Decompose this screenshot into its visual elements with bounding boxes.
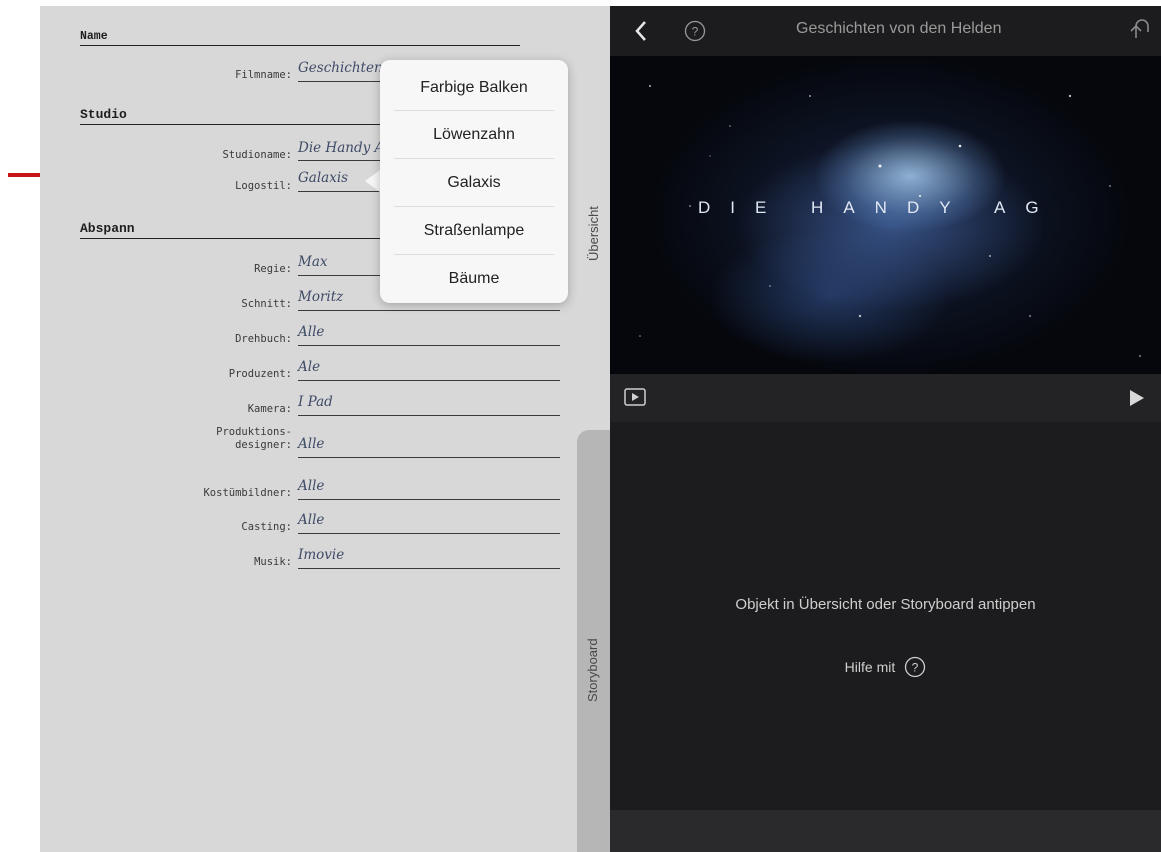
field-label: Logostil: <box>235 180 292 192</box>
section-name-heading: Name <box>80 30 108 43</box>
credit-label: Kamera: <box>247 403 292 415</box>
popover-option[interactable]: Bäume <box>394 255 554 303</box>
credit-value[interactable]: I Pad <box>298 394 333 410</box>
svg-text:?: ? <box>912 661 919 675</box>
popover-option-selected[interactable]: Galaxis <box>394 159 554 207</box>
credit-row[interactable]: Produktions- designer: Alle <box>80 426 560 460</box>
popover-option[interactable]: Straßenlampe <box>394 207 554 255</box>
logo-style-popover: Farbige Balken Löwenzahn Galaxis Straßen… <box>380 60 568 303</box>
bottom-bar <box>610 810 1161 852</box>
popover-option[interactable]: Farbige Balken <box>394 64 554 112</box>
credit-underline <box>298 457 560 458</box>
credit-row[interactable]: Kamera: I Pad <box>80 394 560 418</box>
credit-row[interactable]: Kostümbildner: Alle <box>80 478 560 502</box>
credit-row[interactable]: Musik: Imovie <box>80 547 560 571</box>
tab-overview-label: Übersicht <box>586 206 601 261</box>
credit-row[interactable]: Produzent: Ale <box>80 359 560 383</box>
logo-title-text: DIE HANDY AG <box>698 198 1059 217</box>
play-box-icon[interactable] <box>624 388 646 406</box>
credit-value[interactable]: Alle <box>298 436 324 452</box>
credit-value[interactable]: Max <box>298 254 328 270</box>
credit-label: Drehbuch: <box>235 333 292 345</box>
tab-storyboard-label: Storyboard <box>585 638 600 702</box>
play-icon[interactable] <box>1128 388 1146 408</box>
credit-label: Produktions- designer: <box>216 426 292 451</box>
project-title: Geschichten von den Helden <box>796 20 1002 37</box>
credit-label: Schnitt: <box>241 298 292 310</box>
field-value[interactable]: Geschichten <box>298 60 383 76</box>
section-studio-heading: Studio <box>80 107 127 122</box>
credit-underline <box>298 568 560 569</box>
field-label: Filmname: <box>235 69 292 81</box>
help-row[interactable]: Hilfe mit ? <box>610 656 1161 680</box>
credit-underline <box>298 533 560 534</box>
popover-arrow <box>365 170 380 192</box>
credit-value[interactable]: Moritz <box>298 289 343 305</box>
question-circle-icon[interactable]: ? <box>684 20 706 42</box>
tab-storyboard[interactable]: Storyboard <box>577 430 611 852</box>
credit-label: Casting: <box>241 521 292 533</box>
credit-value[interactable]: Alle <box>298 512 324 528</box>
svg-text:?: ? <box>692 25 699 39</box>
popover-option[interactable]: Löwenzahn <box>394 111 554 159</box>
credit-value[interactable]: Imovie <box>298 547 344 563</box>
question-circle-icon[interactable]: ? <box>904 656 926 678</box>
undo-icon[interactable] <box>1128 18 1152 42</box>
credit-label: Kostümbildner: <box>203 487 292 499</box>
credit-underline <box>298 345 560 346</box>
credit-row[interactable]: Casting: Alle <box>80 512 560 536</box>
credit-row[interactable]: Drehbuch: Alle <box>80 324 560 348</box>
tab-overview-label-wrap: Übersicht <box>584 173 604 263</box>
credit-underline <box>298 310 560 311</box>
section-name: Name <box>80 30 520 46</box>
credit-underline <box>298 380 560 381</box>
credit-label: Regie: <box>254 263 292 275</box>
credit-value[interactable]: Alle <box>298 478 324 494</box>
credit-label: Produzent: <box>228 368 292 380</box>
credit-underline <box>298 499 560 500</box>
section-abspann-heading: Abspann <box>80 221 135 236</box>
chevron-left-icon[interactable] <box>634 20 648 42</box>
empty-state-message: Objekt in Übersicht oder Storyboard anti… <box>735 596 1036 613</box>
playback-bar <box>610 374 1161 422</box>
credit-value[interactable]: Alle <box>298 324 324 340</box>
field-value[interactable]: Galaxis <box>298 170 348 186</box>
credit-label: Musik: <box>254 556 292 568</box>
credit-underline <box>298 415 560 416</box>
credit-value[interactable]: Ale <box>298 359 320 375</box>
field-label: Studioname: <box>222 149 292 161</box>
help-label: Hilfe mit <box>844 659 896 675</box>
